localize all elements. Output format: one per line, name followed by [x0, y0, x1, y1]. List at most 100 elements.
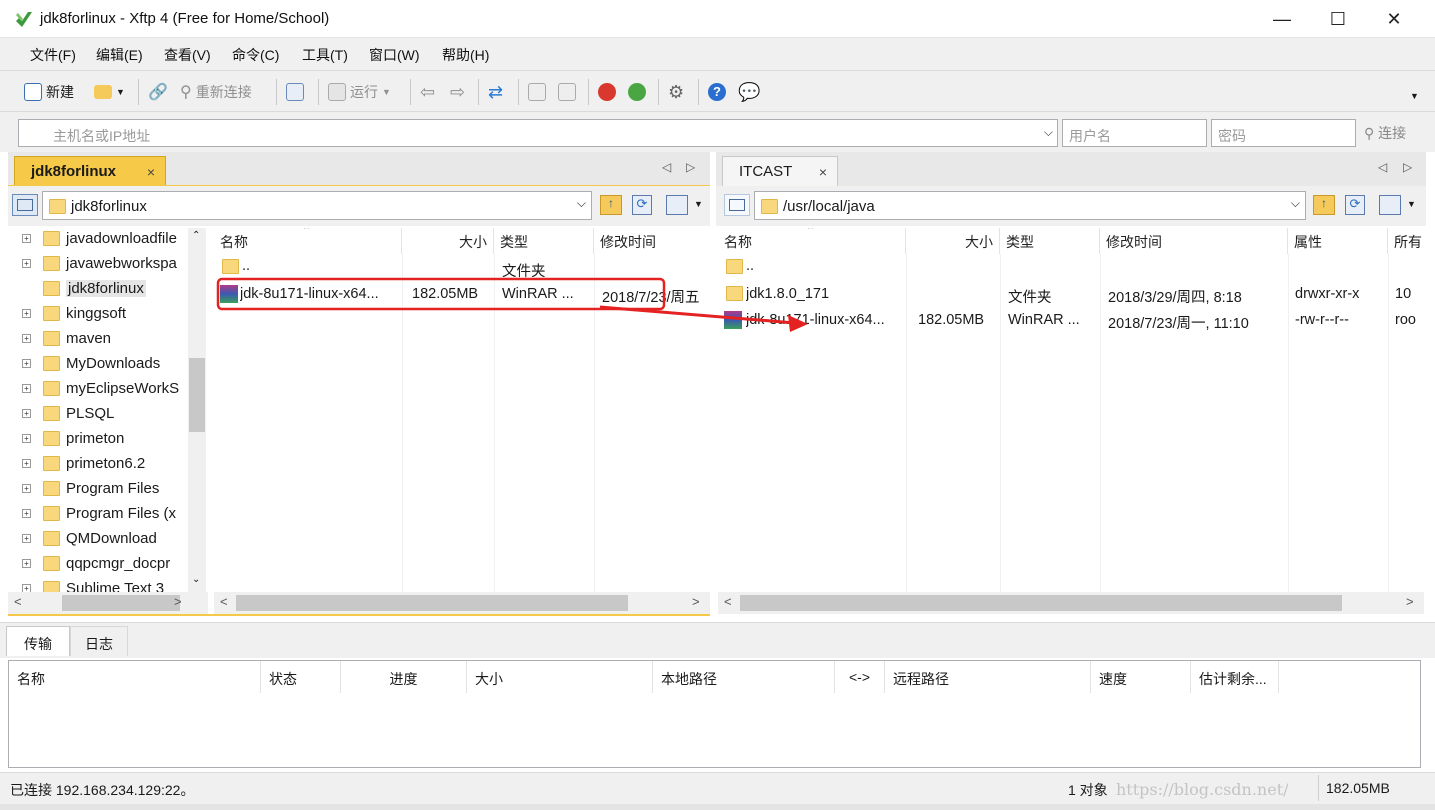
tab-log[interactable]: 日志: [70, 626, 128, 656]
chevron-up-icon[interactable]: ⌃: [192, 230, 200, 241]
settings-button[interactable]: ⚙: [668, 81, 684, 103]
expand-icon[interactable]: +: [22, 533, 31, 543]
close-icon[interactable]: ×: [147, 164, 155, 180]
expand-icon[interactable]: +: [22, 433, 31, 443]
new-session-button[interactable]: 新建: [24, 81, 74, 103]
chevron-right-icon[interactable]: >: [1406, 594, 1414, 609]
expand-icon[interactable]: +: [22, 383, 31, 393]
transfer-col-status[interactable]: 状态: [261, 661, 341, 693]
tree-item[interactable]: + maven: [22, 326, 111, 350]
tree-item[interactable]: + primeton: [22, 426, 124, 450]
close-button[interactable]: ✕: [1366, 0, 1422, 38]
tree-item[interactable]: + kinggsoft: [22, 301, 126, 325]
menu-command[interactable]: 命令(C): [232, 45, 279, 65]
column-name[interactable]: 名称 ⌃: [718, 228, 906, 254]
view-mode-button[interactable]: [666, 195, 688, 215]
table-row[interactable]: jdk-8u171-linux-x64... 182.05MB WinRAR .…: [718, 308, 1424, 332]
column-size[interactable]: 大小: [906, 228, 1000, 254]
tree-toggle-button[interactable]: [12, 194, 38, 216]
chevron-right-icon[interactable]: >: [692, 594, 700, 609]
copy-button[interactable]: [528, 81, 546, 103]
column-owner[interactable]: 所有: [1388, 228, 1424, 254]
reconnect-button[interactable]: ⚲ 重新连接: [180, 81, 252, 103]
chevron-left-icon[interactable]: <: [220, 594, 228, 609]
connect-button[interactable]: ⚲ 连接: [1364, 123, 1406, 143]
transfer-col-eta[interactable]: 估计剩余...: [1191, 661, 1279, 693]
expand-icon[interactable]: +: [22, 308, 31, 318]
table-row[interactable]: jdk-8u171-linux-x64... 182.05MB WinRAR .…: [214, 282, 710, 306]
transfer-col-speed[interactable]: 速度: [1091, 661, 1191, 693]
table-row[interactable]: ..: [718, 256, 1424, 280]
column-name[interactable]: 名称 ⌃: [214, 228, 402, 254]
properties-button[interactable]: [286, 81, 304, 103]
table-row[interactable]: .. 文件夹: [214, 256, 710, 280]
chevron-down-icon[interactable]: ⌵: [1291, 196, 1300, 211]
forward-button[interactable]: ⇨: [450, 81, 465, 103]
expand-icon[interactable]: +: [22, 508, 31, 518]
parent-folder-button[interactable]: ↑: [1313, 195, 1335, 215]
transfer-col-local-path[interactable]: 本地路径: [653, 661, 835, 693]
transfer-col-name[interactable]: 名称: [9, 661, 261, 693]
disconnect-button[interactable]: 🔗: [148, 81, 168, 103]
run-button[interactable]: 运行 ▼: [328, 81, 391, 103]
scrollbar-thumb[interactable]: [740, 595, 1342, 611]
tree-item[interactable]: + myEclipseWorkS: [22, 376, 179, 400]
expand-icon[interactable]: +: [22, 483, 31, 493]
close-icon[interactable]: ×: [819, 164, 827, 180]
tree-item[interactable]: + qqpcmgr_docpr: [22, 551, 170, 575]
remote-list-horizontal-scrollbar[interactable]: < >: [718, 592, 1424, 614]
column-modified[interactable]: 修改时间: [594, 228, 710, 254]
column-size[interactable]: 大小: [402, 228, 494, 254]
tree-toggle-button[interactable]: [724, 194, 750, 216]
column-attributes[interactable]: 属性: [1288, 228, 1388, 254]
chevron-down-icon[interactable]: ⌄: [192, 574, 200, 585]
menu-tools[interactable]: 工具(T): [302, 45, 348, 65]
scrollbar-thumb[interactable]: [236, 595, 628, 611]
tree-item[interactable]: + MyDownloads: [22, 351, 160, 375]
left-path-combo[interactable]: jdk8forlinux ⌵: [42, 191, 592, 220]
tree-horizontal-scrollbar[interactable]: < >: [8, 592, 208, 614]
refresh-button[interactable]: ⟳: [632, 195, 652, 215]
sync-button[interactable]: ⇄: [488, 81, 503, 103]
tree-item[interactable]: + javadownloadfile: [22, 228, 177, 250]
view-mode-button[interactable]: [1379, 195, 1401, 215]
back-button[interactable]: ⇦: [420, 81, 435, 103]
help-button[interactable]: ?: [708, 81, 726, 103]
tree-vertical-scrollbar[interactable]: ⌃ ⌄: [188, 228, 206, 594]
host-input[interactable]: 主机名或IP地址 ⌵: [18, 119, 1058, 147]
scrollbar-thumb[interactable]: [62, 595, 180, 611]
parent-folder-button[interactable]: ↑: [600, 195, 622, 215]
tree-item[interactable]: + PLSQL: [22, 401, 114, 425]
transfer-col-size[interactable]: 大小: [467, 661, 653, 693]
tab-scroll-right-icon[interactable]: ▷: [1403, 160, 1412, 174]
transfer-col-progress[interactable]: 进度: [341, 661, 467, 693]
expand-icon[interactable]: +: [22, 333, 31, 343]
expand-icon[interactable]: +: [22, 358, 31, 368]
menu-help[interactable]: 帮助(H): [442, 45, 489, 65]
table-row[interactable]: jdk1.8.0_171 文件夹 2018/3/29/周四, 8:18 drwx…: [718, 282, 1424, 306]
tree-item-selected[interactable]: jdk8forlinux: [22, 276, 146, 300]
tree-item[interactable]: + primeton6.2: [22, 451, 145, 475]
chevron-down-icon[interactable]: ▼: [694, 199, 703, 209]
minimize-button[interactable]: —: [1254, 0, 1310, 38]
tab-remote[interactable]: ITCAST ×: [722, 156, 838, 186]
tree-item[interactable]: + Program Files: [22, 476, 159, 500]
expand-icon[interactable]: +: [22, 558, 31, 568]
tree-item[interactable]: + QMDownload: [22, 526, 157, 550]
tab-scroll-left-icon[interactable]: ◁: [1378, 160, 1387, 174]
chevron-left-icon[interactable]: <: [14, 594, 22, 609]
tab-transfer[interactable]: 传输: [6, 626, 70, 656]
column-modified[interactable]: 修改时间: [1100, 228, 1288, 254]
tree-item[interactable]: + Program Files (x: [22, 501, 176, 525]
open-folder-button[interactable]: ▼: [94, 81, 125, 103]
expand-icon[interactable]: +: [22, 258, 31, 268]
refresh-button[interactable]: ⟳: [1345, 195, 1365, 215]
expand-icon[interactable]: +: [22, 233, 31, 243]
tree-item[interactable]: + javawebworkspa: [22, 251, 177, 275]
tab-scroll-left-icon[interactable]: ◁: [662, 160, 671, 174]
paste-button[interactable]: [558, 81, 576, 103]
column-type[interactable]: 类型: [494, 228, 594, 254]
expand-icon[interactable]: +: [22, 458, 31, 468]
transfer-col-direction[interactable]: <->: [835, 661, 885, 693]
maximize-button[interactable]: ☐: [1310, 0, 1366, 38]
